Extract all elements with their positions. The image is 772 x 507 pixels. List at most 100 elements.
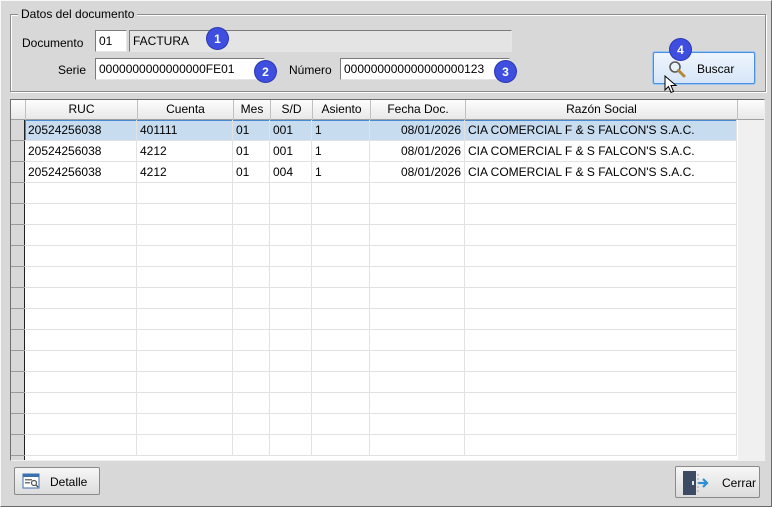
mouse-cursor-icon: [664, 74, 678, 95]
row-indicator[interactable]: [11, 435, 25, 456]
detalle-button[interactable]: Detalle: [14, 467, 100, 495]
cell-fecha-doc: [370, 372, 465, 393]
row-indicator[interactable]: [11, 162, 25, 183]
numero-input[interactable]: 000000000000000000123: [340, 58, 510, 80]
empty-table-row[interactable]: [25, 204, 737, 225]
cell-razon-social: [465, 267, 737, 288]
cell-fecha-doc: [370, 246, 465, 267]
row-indicator[interactable]: [11, 351, 25, 372]
cell-cuenta: 4212: [137, 162, 233, 183]
cell-mes: [233, 372, 270, 393]
cell-ruc: [25, 393, 137, 414]
row-indicator[interactable]: [11, 141, 25, 162]
cell-sd: [270, 204, 312, 225]
cell-mes: [233, 288, 270, 309]
step-badge-3: 3: [495, 61, 516, 82]
row-indicator[interactable]: [11, 330, 25, 351]
empty-table-row[interactable]: [25, 351, 737, 372]
empty-table-row[interactable]: [25, 183, 737, 204]
cell-mes: [233, 204, 270, 225]
empty-table-row[interactable]: [25, 309, 737, 330]
empty-table-row[interactable]: [25, 225, 737, 246]
cell-fecha-doc: 08/01/2026: [370, 162, 465, 183]
cell-cuenta: [137, 246, 233, 267]
numero-label: Número: [289, 63, 332, 77]
cell-ruc: [25, 414, 137, 435]
table-row[interactable]: 20524256038 4212 01 001 1 08/01/2026 CIA COMER…: [25, 141, 737, 162]
row-indicator-column: [11, 120, 25, 460]
cell-cuenta: [137, 393, 233, 414]
cell-ruc: [25, 435, 137, 456]
empty-table-row[interactable]: [25, 330, 737, 351]
buscar-label: Buscar: [697, 62, 735, 76]
cell-asiento: 1: [312, 120, 370, 141]
cell-fecha-doc: [370, 351, 465, 372]
empty-table-row[interactable]: [25, 267, 737, 288]
cell-ruc: [25, 267, 137, 288]
cerrar-button[interactable]: Cerrar: [675, 466, 760, 498]
empty-table-row[interactable]: [25, 414, 737, 435]
cell-mes: [233, 183, 270, 204]
cell-ruc: [25, 351, 137, 372]
cell-mes: [233, 309, 270, 330]
cell-fecha-doc: [370, 225, 465, 246]
cell-razon-social: [465, 372, 737, 393]
row-indicator[interactable]: [11, 225, 25, 246]
cell-fecha-doc: [370, 435, 465, 456]
row-indicator[interactable]: [11, 204, 25, 225]
cell-ruc: [25, 246, 137, 267]
cell-razon-social: [465, 288, 737, 309]
cell-cuenta: [137, 330, 233, 351]
column-header-fecha-doc[interactable]: Fecha Doc.: [371, 100, 466, 120]
serie-input[interactable]: 0000000000000000FE01: [95, 58, 265, 80]
row-indicator[interactable]: [11, 267, 25, 288]
table-right-area: [738, 120, 764, 460]
empty-table-row[interactable]: [25, 288, 737, 309]
column-header-cuenta[interactable]: Cuenta: [138, 100, 234, 120]
cell-asiento: [312, 183, 370, 204]
documento-code-input[interactable]: 01: [95, 30, 127, 52]
results-table[interactable]: RUC Cuenta Mes S/D Asiento Fecha Doc. Ra…: [10, 99, 765, 461]
cell-cuenta: [137, 414, 233, 435]
cell-mes: [233, 246, 270, 267]
cell-sd: [270, 372, 312, 393]
column-header-ruc[interactable]: RUC: [26, 100, 138, 120]
empty-table-row[interactable]: [25, 393, 737, 414]
cell-fecha-doc: [370, 414, 465, 435]
cell-asiento: [312, 288, 370, 309]
documento-label: Documento: [22, 36, 84, 50]
empty-table-row[interactable]: [25, 246, 737, 267]
cell-asiento: [312, 330, 370, 351]
row-indicator[interactable]: [11, 372, 25, 393]
cell-sd: [270, 414, 312, 435]
cell-razon-social: [465, 351, 737, 372]
cell-asiento: [312, 267, 370, 288]
cell-razon-social: CIA COMERCIAL F & S FALCON'S S.A.C.: [465, 141, 737, 162]
cell-asiento: [312, 414, 370, 435]
table-row[interactable]: 20524256038 401111 01 001 1 08/01/2026 CIA COM…: [25, 120, 737, 141]
column-header-sd[interactable]: S/D: [271, 100, 313, 120]
row-indicator[interactable]: [11, 288, 25, 309]
cell-cuenta: [137, 372, 233, 393]
row-indicator[interactable]: [11, 183, 25, 204]
column-header-asiento[interactable]: Asiento: [313, 100, 371, 120]
cell-mes: [233, 351, 270, 372]
cell-ruc: [25, 225, 137, 246]
row-indicator[interactable]: [11, 309, 25, 330]
table-row[interactable]: 20524256038 4212 01 004 1 08/01/2026 CIA COMER…: [25, 162, 737, 183]
cell-razon-social: [465, 225, 737, 246]
cell-mes: [233, 435, 270, 456]
empty-table-row[interactable]: [25, 435, 737, 456]
cell-asiento: 1: [312, 162, 370, 183]
cell-razon-social: [465, 204, 737, 225]
empty-table-row[interactable]: [25, 372, 737, 393]
row-indicator[interactable]: [11, 246, 25, 267]
cell-mes: 01: [233, 162, 270, 183]
column-header-razon-social[interactable]: Razón Social: [466, 100, 738, 120]
cell-sd: [270, 309, 312, 330]
column-header-mes[interactable]: Mes: [234, 100, 271, 120]
row-indicator[interactable]: [11, 414, 25, 435]
cell-asiento: [312, 246, 370, 267]
row-indicator[interactable]: [11, 393, 25, 414]
row-indicator[interactable]: [11, 120, 25, 141]
